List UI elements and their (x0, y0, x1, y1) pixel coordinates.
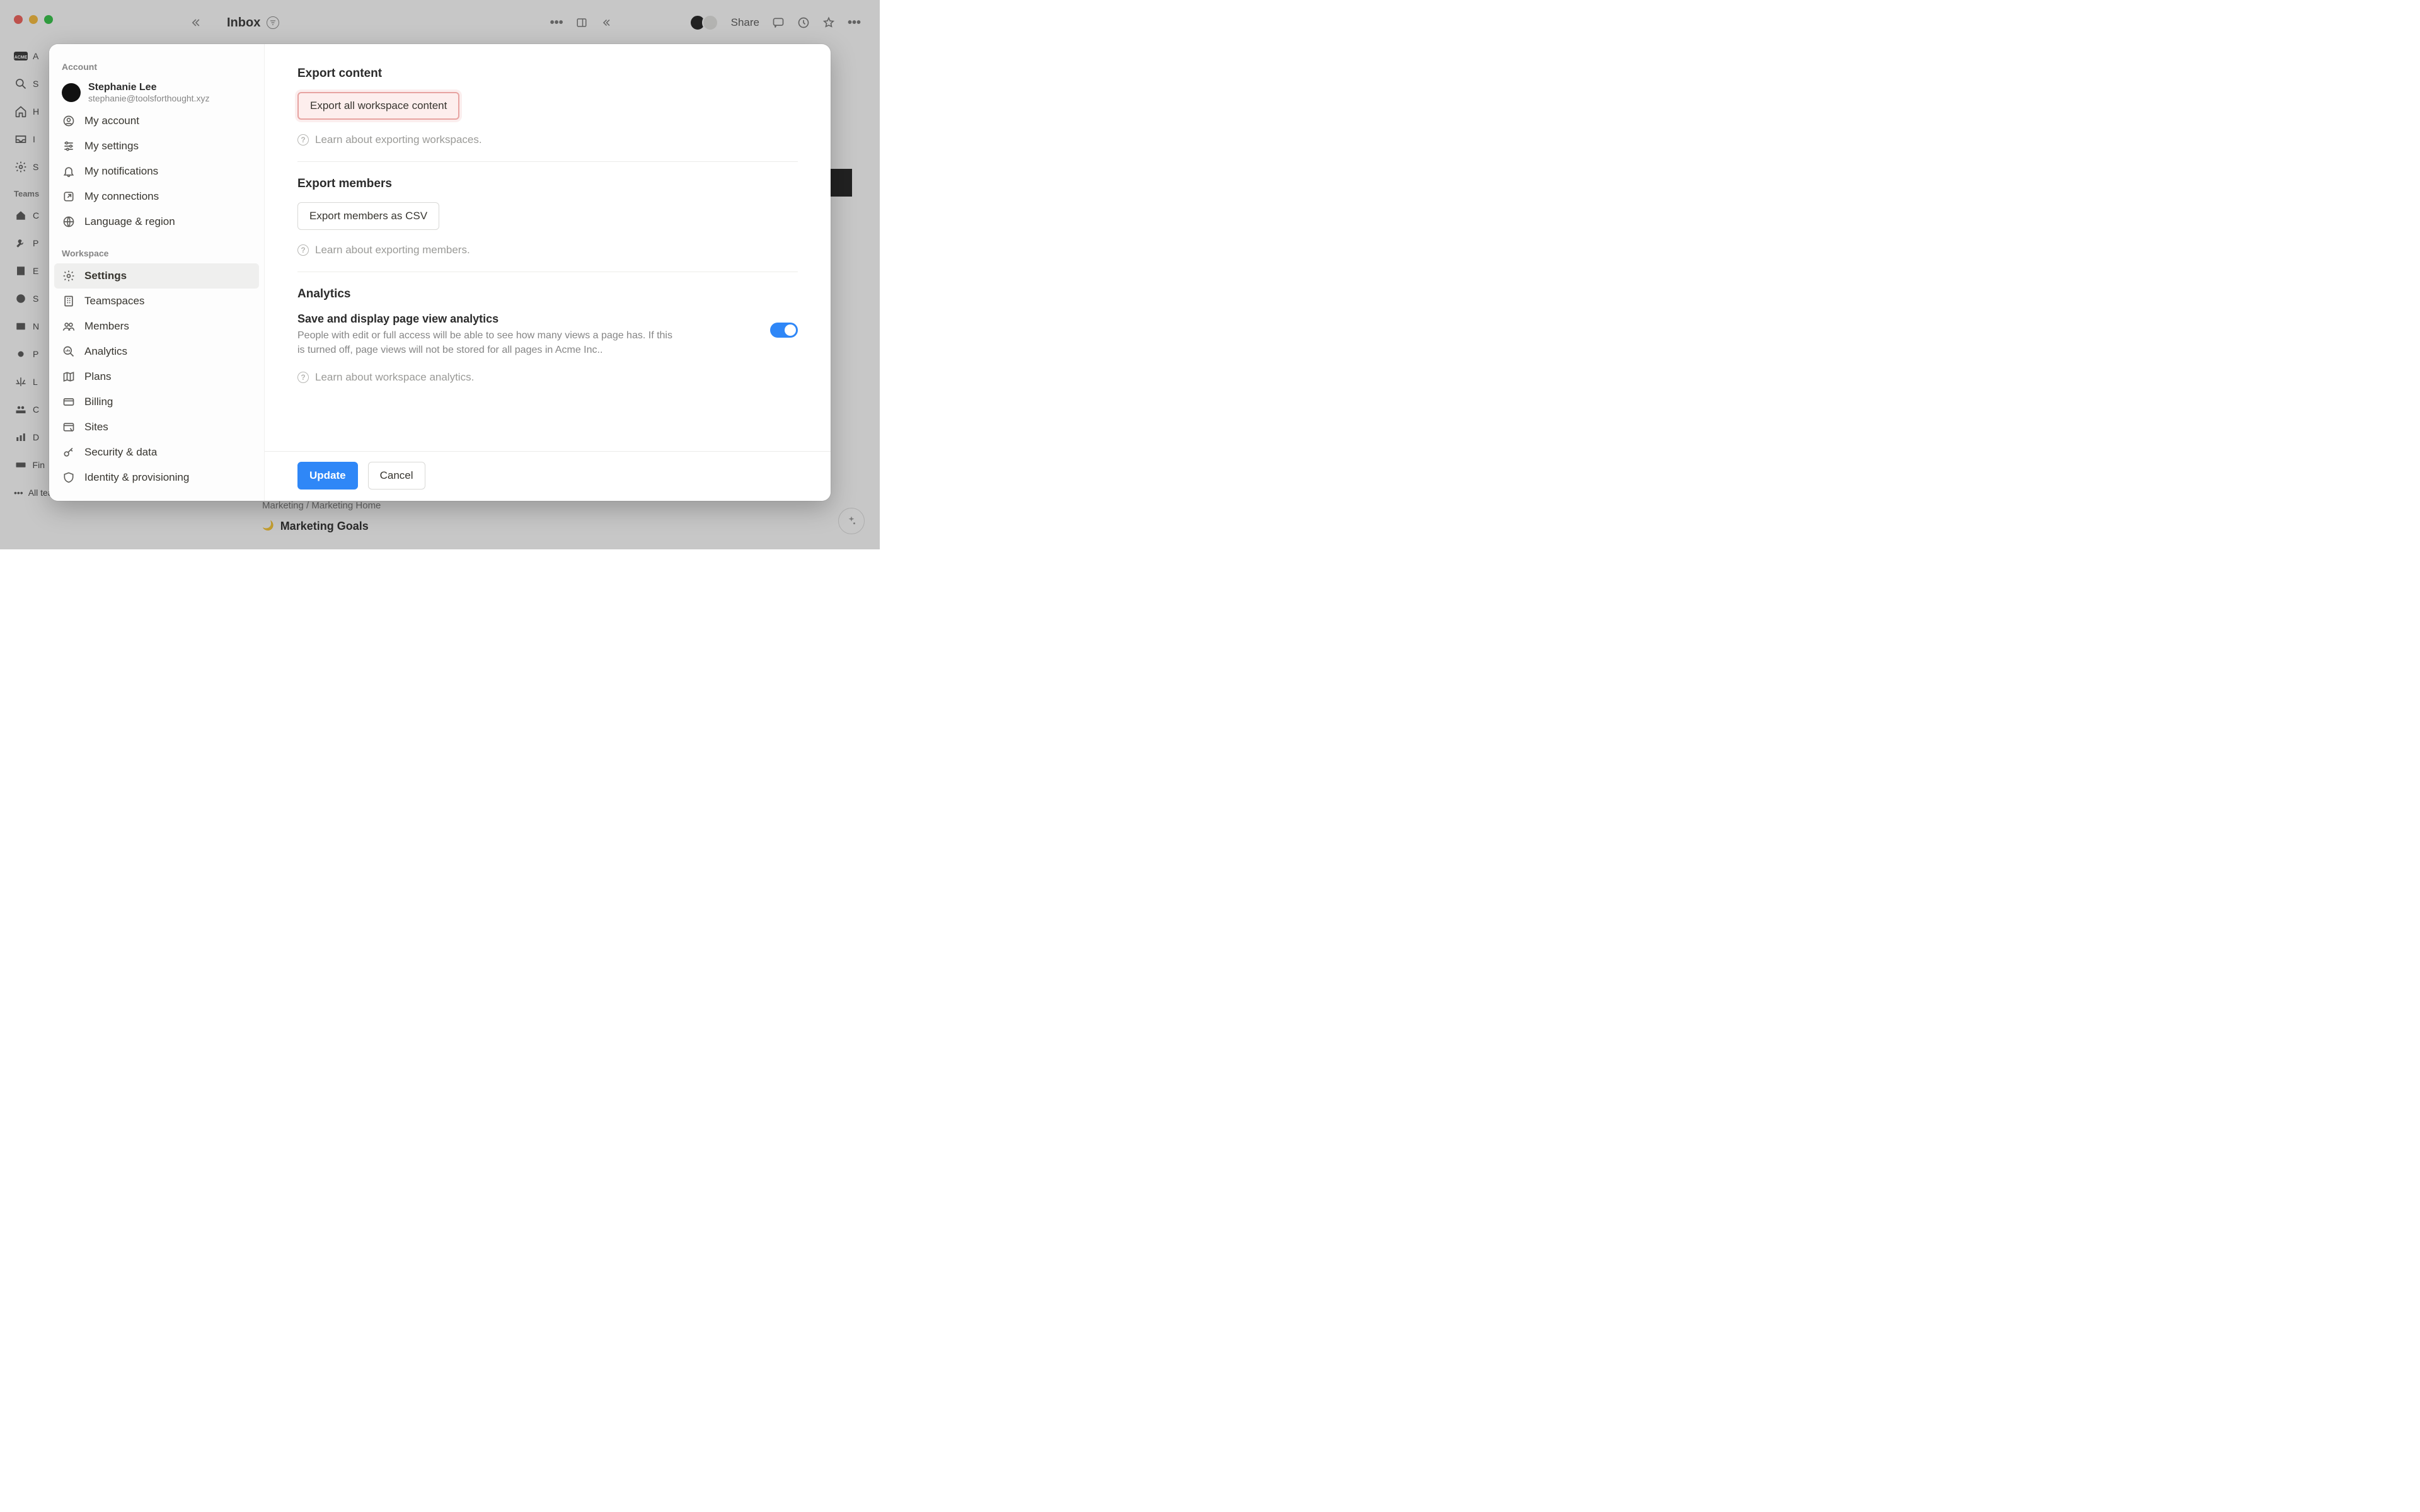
learn-text: Learn about workspace analytics. (315, 371, 474, 384)
section-heading-export-members: Export members (297, 177, 798, 191)
office-icon (62, 295, 76, 307)
users-icon (62, 320, 76, 333)
sidebar-item-label: My settings (84, 140, 139, 152)
sidebar-item-label: Security & data (84, 446, 157, 459)
sidebar-item-label: Analytics (84, 345, 127, 358)
magnify-chart-icon (62, 345, 76, 358)
export-members-csv-button[interactable]: Export members as CSV (297, 202, 439, 230)
browser-icon (62, 421, 76, 433)
cancel-button[interactable]: Cancel (368, 462, 425, 490)
learn-text: Learn about exporting workspaces. (315, 134, 482, 146)
analytics-toggle[interactable] (770, 323, 798, 338)
user-circle-icon (62, 115, 76, 127)
settings-content: Export content Export all workspace cont… (265, 44, 831, 501)
learn-link-export-workspaces[interactable]: ? Learn about exporting workspaces. (297, 134, 798, 146)
button-label: Update (309, 469, 346, 482)
divider (297, 161, 798, 162)
sidebar-item-billing[interactable]: Billing (54, 389, 259, 415)
section-heading-analytics: Analytics (297, 287, 798, 301)
export-all-content-button[interactable]: Export all workspace content (297, 92, 459, 120)
sidebar-profile[interactable]: Stephanie Lee stephanie@toolsforthought.… (54, 77, 259, 108)
sliders-icon (62, 140, 76, 152)
settings-sidebar: Account Stephanie Lee stephanie@toolsfor… (49, 44, 265, 501)
button-label: Export members as CSV (309, 210, 427, 222)
globe-icon (62, 215, 76, 228)
sidebar-item-my-notifications[interactable]: My notifications (54, 159, 259, 184)
sidebar-item-settings[interactable]: Settings (54, 263, 259, 289)
sidebar-item-label: Teamspaces (84, 295, 144, 307)
sidebar-item-label: Settings (84, 270, 127, 282)
sidebar-item-my-connections[interactable]: My connections (54, 184, 259, 209)
sidebar-item-label: Sites (84, 421, 108, 433)
learn-text: Learn about exporting members. (315, 244, 470, 256)
gear-icon (62, 270, 76, 282)
learn-link-analytics[interactable]: ? Learn about workspace analytics. (297, 371, 798, 384)
sidebar-item-members[interactable]: Members (54, 314, 259, 339)
credit-card-icon (62, 396, 76, 408)
sidebar-item-security[interactable]: Security & data (54, 440, 259, 465)
sidebar-item-label: My notifications (84, 165, 158, 178)
sidebar-item-analytics[interactable]: Analytics (54, 339, 259, 364)
settings-modal: Account Stephanie Lee stephanie@toolsfor… (49, 44, 831, 501)
modal-footer: Update Cancel (265, 451, 831, 501)
analytics-subheading: Save and display page view analytics (297, 312, 745, 326)
sidebar-item-label: Billing (84, 396, 113, 408)
profile-name: Stephanie Lee (88, 82, 209, 93)
sidebar-item-label: My account (84, 115, 139, 127)
sidebar-item-identity[interactable]: Identity & provisioning (54, 465, 259, 490)
profile-email: stephanie@toolsforthought.xyz (88, 93, 209, 103)
section-heading-export-content: Export content (297, 67, 798, 81)
sidebar-item-label: Plans (84, 370, 112, 383)
sidebar-item-label: Identity & provisioning (84, 471, 189, 484)
section-label-account: Account (54, 57, 259, 77)
button-label: Export all workspace content (310, 100, 447, 112)
sidebar-item-label: Members (84, 320, 129, 333)
avatar (62, 83, 81, 102)
sidebar-item-my-account[interactable]: My account (54, 108, 259, 134)
help-icon: ? (297, 372, 309, 383)
analytics-description: People with edit or full access will be … (297, 328, 676, 357)
sidebar-item-language-region[interactable]: Language & region (54, 209, 259, 234)
sidebar-item-label: Language & region (84, 215, 175, 228)
sidebar-item-teamspaces[interactable]: Teamspaces (54, 289, 259, 314)
section-label-workspace: Workspace (54, 243, 259, 263)
map-icon (62, 370, 76, 383)
shield-icon (62, 471, 76, 484)
sidebar-item-sites[interactable]: Sites (54, 415, 259, 440)
learn-link-export-members[interactable]: ? Learn about exporting members. (297, 244, 798, 256)
sidebar-item-label: My connections (84, 190, 159, 203)
help-icon: ? (297, 244, 309, 256)
sidebar-item-plans[interactable]: Plans (54, 364, 259, 389)
help-icon: ? (297, 134, 309, 146)
bell-icon (62, 165, 76, 178)
key-icon (62, 446, 76, 459)
button-label: Cancel (380, 469, 413, 482)
arrow-out-icon (62, 190, 76, 203)
update-button[interactable]: Update (297, 462, 358, 490)
sidebar-item-my-settings[interactable]: My settings (54, 134, 259, 159)
